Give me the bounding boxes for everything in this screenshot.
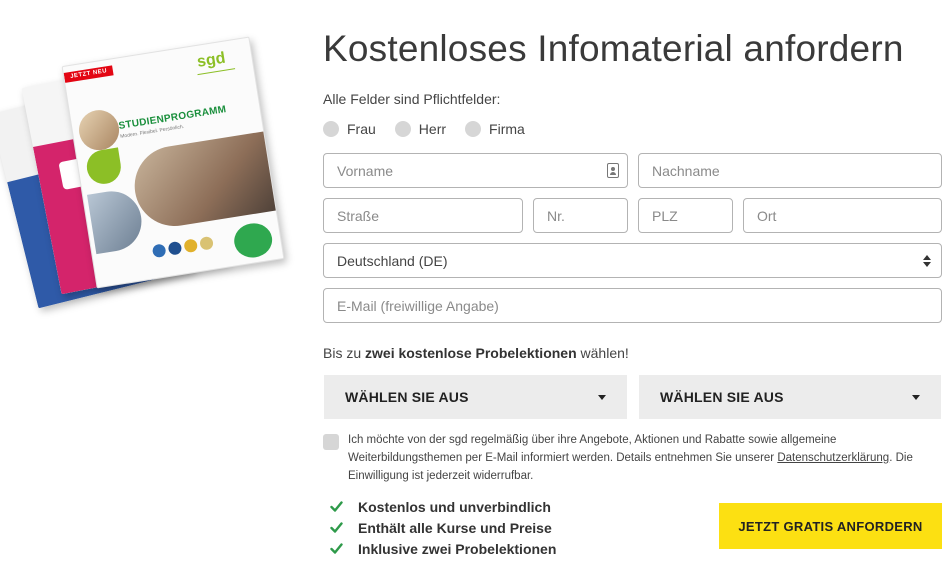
consent-text-before: Ich möchte von der sgd regelmäßig über i… xyxy=(348,434,837,464)
caret-down-icon xyxy=(598,394,606,400)
caret-down-icon xyxy=(912,394,920,400)
radio-firma[interactable]: Firma xyxy=(465,121,525,137)
brochure-photo-team xyxy=(128,130,280,232)
contact-card-icon[interactable] xyxy=(607,163,619,178)
consent-checkbox[interactable] xyxy=(323,434,339,450)
probelektionen-hint: Bis zu zwei kostenlose Probelektionen wä… xyxy=(323,345,629,361)
brochure-seal xyxy=(183,238,199,254)
vorname-field[interactable] xyxy=(323,153,628,188)
ort-input[interactable] xyxy=(757,199,941,232)
radio-circle-icon[interactable] xyxy=(323,121,339,137)
brochure-green-shape xyxy=(84,147,124,187)
radio-circle-icon[interactable] xyxy=(465,121,482,137)
country-select-value: Deutschland (DE) xyxy=(337,252,448,269)
radio-label: Firma xyxy=(489,121,525,137)
brochure-badge: JETZT NEU xyxy=(63,65,114,83)
benefit-list: Kostenlos und unverbindlich Enthält alle… xyxy=(330,496,556,559)
hausnummer-field[interactable] xyxy=(533,198,628,233)
benefit-label: Enthält alle Kurse und Preise xyxy=(358,519,552,536)
brochure-seal xyxy=(151,243,167,259)
probe-suffix: wählen! xyxy=(576,345,629,361)
radio-circle-icon[interactable] xyxy=(394,121,411,137)
brochure-photo-round xyxy=(76,107,122,154)
nachname-field[interactable] xyxy=(638,153,942,188)
check-icon xyxy=(330,543,343,554)
radio-label: Frau xyxy=(347,121,376,137)
benefit-label: Inklusive zwei Probelektionen xyxy=(358,540,557,557)
ort-field[interactable] xyxy=(743,198,942,233)
benefit-label: Kostenlos und unverbindlich xyxy=(358,498,551,515)
email-input[interactable] xyxy=(337,289,941,322)
submit-button-label: JETZT GRATIS ANFORDERN xyxy=(738,518,923,534)
salutation-radio-group: Frau Herr Firma xyxy=(323,121,544,137)
probelektion-select-label: WÄHLEN SIE AUS xyxy=(345,389,469,405)
strasse-input[interactable] xyxy=(337,199,522,232)
required-hint: Alle Felder sind Pflichtfelder: xyxy=(323,91,501,107)
page-title: Kostenloses Infomaterial anfordern xyxy=(323,28,904,69)
benefit-item: Enthält alle Kurse und Preise xyxy=(330,517,556,538)
submit-button[interactable]: JETZT GRATIS ANFORDERN xyxy=(719,503,942,549)
benefit-item: Inklusive zwei Probelektionen xyxy=(330,538,556,559)
vorname-input[interactable] xyxy=(337,154,627,187)
brochure-logo: sgd xyxy=(195,49,227,71)
probelektion-select-1[interactable]: WÄHLEN SIE AUS xyxy=(324,375,627,419)
privacy-policy-link[interactable]: Datenschutzerklärung xyxy=(777,452,889,464)
probe-bold: zwei kostenlose Probelektionen xyxy=(365,345,577,361)
brochure-illustration: JETZT NEU sgd STUDIENPROGRAMM Modern. Fl… xyxy=(0,30,300,309)
probelektion-select-label: WÄHLEN SIE AUS xyxy=(660,389,784,405)
strasse-field[interactable] xyxy=(323,198,523,233)
brochure-green-circle xyxy=(231,220,275,261)
hausnummer-input[interactable] xyxy=(547,199,627,232)
radio-herr[interactable]: Herr xyxy=(394,121,447,137)
email-field[interactable] xyxy=(323,288,942,323)
radio-label: Herr xyxy=(418,121,447,137)
probe-prefix: Bis zu xyxy=(323,345,366,361)
newsletter-consent: Ich möchte von der sgd regelmäßig über i… xyxy=(323,431,943,485)
check-icon xyxy=(330,522,343,533)
check-icon xyxy=(330,501,343,512)
radio-frau[interactable]: Frau xyxy=(323,121,376,137)
country-select[interactable]: Deutschland (DE) xyxy=(323,243,942,278)
consent-text: Ich möchte von der sgd regelmäßig über i… xyxy=(348,431,943,485)
brochure-seal xyxy=(199,235,214,251)
brochure-seal xyxy=(167,240,183,256)
benefit-item: Kostenlos und unverbindlich xyxy=(330,496,556,517)
probelektion-select-2[interactable]: WÄHLEN SIE AUS xyxy=(639,375,941,419)
brochure-front-cover: JETZT NEU sgd STUDIENPROGRAMM Modern. Fl… xyxy=(61,36,285,289)
plz-input[interactable] xyxy=(652,199,732,232)
plz-field[interactable] xyxy=(638,198,733,233)
sort-arrows-icon xyxy=(923,254,931,267)
nachname-input[interactable] xyxy=(652,154,941,187)
